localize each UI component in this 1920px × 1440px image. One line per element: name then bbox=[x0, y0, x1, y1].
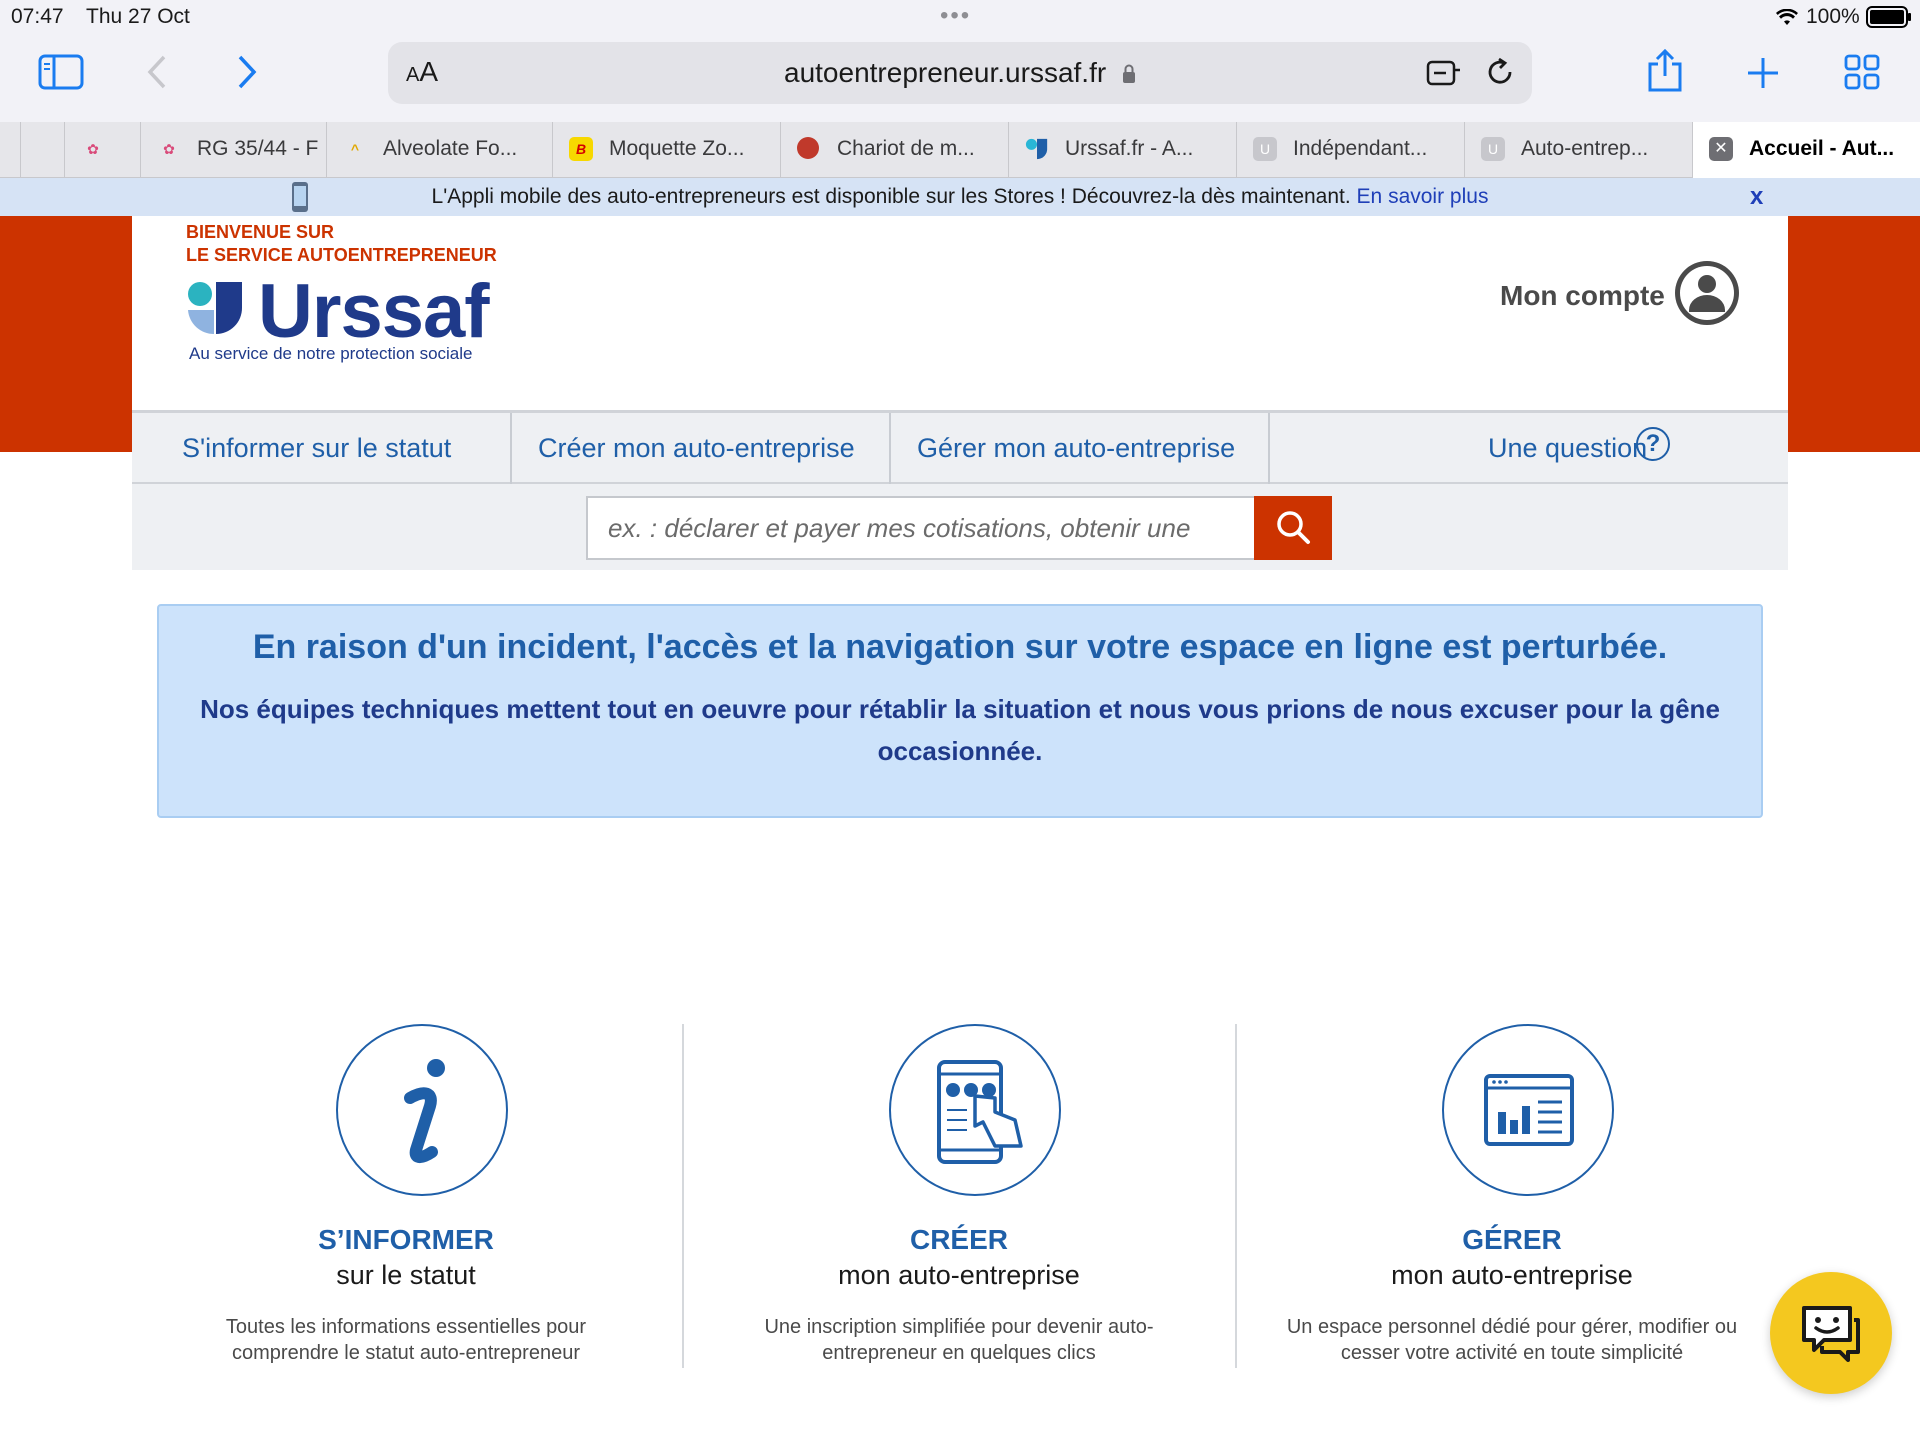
status-date: Thu 27 Oct bbox=[86, 5, 190, 28]
feature-title: CRÉER bbox=[909, 1224, 1008, 1255]
welcome-line-1: BIENVENUE SUR bbox=[186, 222, 335, 242]
urssaf-logo-text[interactable]: Urssaf bbox=[258, 268, 490, 355]
search-button[interactable] bbox=[1254, 496, 1332, 560]
tab-accueil-active[interactable]: ✕ Accueil - Aut... bbox=[1692, 122, 1920, 178]
status-bar: 07:47 Thu 27 Oct ••• 100% bbox=[0, 0, 1920, 34]
extension-icon[interactable] bbox=[1426, 58, 1462, 88]
app-promo-banner: L'Appli mobile des auto-entrepreneurs es… bbox=[0, 178, 1920, 216]
feature-subtitle: sur le statut bbox=[336, 1260, 476, 1290]
status-time: 07:47 bbox=[11, 5, 64, 28]
sidebar-icon[interactable] bbox=[38, 54, 84, 90]
share-icon[interactable] bbox=[1646, 48, 1684, 92]
feature-divider bbox=[682, 1024, 684, 1368]
header-band-right bbox=[1788, 216, 1920, 452]
tab-independant[interactable]: U Indépendant... bbox=[1236, 122, 1464, 178]
b-logo-icon: B bbox=[569, 137, 593, 161]
header-band-left bbox=[0, 216, 132, 452]
feature-description: Un espace personnel dédié pour gérer, mo… bbox=[1286, 1316, 1738, 1364]
url-text[interactable]: autoentrepreneur.urssaf.fr bbox=[388, 57, 1532, 89]
welcome-line-2: LE SERVICE AUTOENTREPRENEUR bbox=[186, 245, 497, 265]
search-input[interactable] bbox=[586, 496, 1258, 560]
site-header: BIENVENUE SUR LE SERVICE AUTOENTREPRENEU… bbox=[132, 216, 1788, 412]
dashboard-chart-icon[interactable] bbox=[1442, 1024, 1614, 1196]
chat-bubble-icon bbox=[1802, 1306, 1860, 1362]
feature-description: Une inscription simplifiée pour devenir … bbox=[764, 1316, 1154, 1364]
new-tab-plus-icon[interactable] bbox=[1746, 56, 1780, 90]
chevron-logo-icon: ^ bbox=[350, 141, 360, 157]
info-icon[interactable] bbox=[336, 1024, 508, 1196]
account-label[interactable]: Mon compte bbox=[1500, 280, 1665, 312]
tab-alveolate[interactable]: ^ Alveolate Fo... bbox=[326, 122, 552, 178]
feature-title: GÉRER bbox=[1462, 1224, 1562, 1255]
close-icon[interactable]: ✕ bbox=[1709, 137, 1733, 161]
address-bar[interactable]: AA autoentrepreneur.urssaf.fr bbox=[388, 42, 1532, 104]
chat-button[interactable] bbox=[1770, 1272, 1892, 1394]
forward-chevron-icon[interactable] bbox=[236, 54, 258, 90]
wifi-icon bbox=[1776, 9, 1798, 25]
feature-description: Toutes les informations essentielles pou… bbox=[225, 1316, 587, 1364]
tab-rg[interactable]: ✿ RG 35/44 - F bbox=[140, 122, 326, 178]
learn-more-link[interactable]: En savoir plus bbox=[1357, 185, 1489, 208]
u-letter-icon: U bbox=[1253, 137, 1277, 161]
banner-close-button[interactable]: x bbox=[1750, 183, 1763, 211]
alert-body: Nos équipes techniques mettent tout en o… bbox=[200, 694, 1720, 766]
alert-heading: En raison d'un incident, l'accès et la n… bbox=[252, 628, 1668, 666]
tab-auto-entrep[interactable]: U Auto-entrep... bbox=[1464, 122, 1692, 178]
app-banner-message: L'Appli mobile des auto-entrepreneurs es… bbox=[431, 185, 1357, 208]
nav-informer[interactable]: S'informer sur le statut bbox=[132, 413, 510, 484]
red-ball-icon bbox=[797, 137, 819, 159]
flower-icon: ✿ bbox=[163, 141, 175, 157]
u-letter-icon: U bbox=[1481, 137, 1505, 161]
tab-strip: / ✿ ✿ RG 35/44 - F ^ Alveolate Fo... B M… bbox=[0, 122, 1920, 178]
browser-toolbar: AA autoentrepreneur.urssaf.fr bbox=[0, 34, 1920, 122]
nav-question[interactable]: Une question ? bbox=[1472, 413, 1788, 484]
battery-percent: 100% bbox=[1806, 5, 1860, 28]
flower-icon: ✿ bbox=[87, 141, 99, 157]
multitask-dots-icon[interactable]: ••• bbox=[940, 2, 971, 30]
search-icon bbox=[1277, 510, 1310, 544]
nav-creer[interactable]: Créer mon auto-entreprise bbox=[512, 413, 890, 484]
tablet-touch-icon[interactable] bbox=[889, 1024, 1061, 1196]
main-nav: S'informer sur le statut Créer mon auto-… bbox=[132, 410, 1788, 484]
feature-divider bbox=[1235, 1024, 1237, 1368]
tab-urssaf[interactable]: Urssaf.fr - A... bbox=[1008, 122, 1236, 178]
help-question-icon: ? bbox=[1636, 427, 1670, 461]
feature-subtitle: mon auto-entreprise bbox=[1391, 1260, 1633, 1290]
lock-icon bbox=[1122, 64, 1135, 83]
nav-gerer[interactable]: Gérer mon auto-entreprise bbox=[891, 413, 1269, 484]
search-section bbox=[132, 484, 1788, 570]
tab-moquette[interactable]: B Moquette Zo... bbox=[552, 122, 780, 178]
tab-pinned-partial[interactable]: / bbox=[20, 122, 64, 178]
nav-divider bbox=[1268, 413, 1270, 484]
feature-subtitle: mon auto-entreprise bbox=[838, 1260, 1080, 1290]
back-chevron-icon[interactable] bbox=[146, 54, 168, 90]
urssaf-logo-icon bbox=[1025, 138, 1048, 160]
battery-icon bbox=[1866, 6, 1911, 28]
account-avatar-icon[interactable] bbox=[1674, 260, 1740, 326]
reload-icon[interactable] bbox=[1484, 56, 1516, 88]
tab-pinned-flower[interactable]: ✿ bbox=[64, 122, 140, 178]
feature-title: S’INFORMER bbox=[318, 1224, 494, 1255]
incident-alert: En raison d'un incident, l'accès et la n… bbox=[157, 604, 1763, 818]
urssaf-logo-icon[interactable] bbox=[186, 280, 244, 336]
logo-tagline: Au service de notre protection sociale bbox=[189, 344, 473, 363]
tab-chariot[interactable]: Chariot de m... bbox=[780, 122, 1008, 178]
tabs-overview-icon[interactable] bbox=[1844, 54, 1880, 90]
